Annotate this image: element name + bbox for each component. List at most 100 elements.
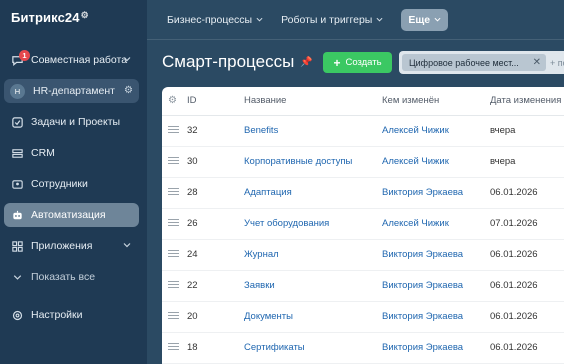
create-button[interactable]: + Создать <box>323 52 392 73</box>
row-name-link[interactable]: Сертификаты <box>244 332 382 363</box>
chevron-down-icon <box>10 270 24 284</box>
gear-icon[interactable]: ⚙ <box>124 85 133 96</box>
sidebar-item-label: CRM <box>31 147 55 159</box>
column-header-name[interactable]: Название <box>244 87 382 116</box>
table-row[interactable]: 30 Корпоративные доступы Алексей Чижик в… <box>162 146 564 177</box>
chevron-down-icon <box>434 16 441 23</box>
column-header-modified-by[interactable]: Кем изменён <box>382 87 490 116</box>
page-title-text: Смарт-процессы <box>162 52 295 71</box>
tab-label: Бизнес-процессы <box>167 13 253 26</box>
row-date: 06.01.2026 <box>490 342 538 353</box>
robot-icon <box>10 208 24 222</box>
table-row[interactable]: 26 Учет оборудования Алексей Чижик 07.01… <box>162 208 564 239</box>
sidebar-nav: 1 Совместная работа H HR-департамент ⚙ З… <box>0 48 147 334</box>
row-author-link[interactable]: Алексей Чижик <box>382 146 490 177</box>
logo[interactable]: Битрикс24⚙ <box>11 10 89 25</box>
drag-handle-icon[interactable] <box>168 219 179 227</box>
plus-icon: + <box>333 55 341 70</box>
sidebar-item-label: Совместная работа <box>31 54 128 66</box>
sidebar-item-employees[interactable]: Сотрудники <box>4 172 139 196</box>
close-icon[interactable]: ✕ <box>533 57 541 68</box>
sidebar-item-crm[interactable]: CRM <box>4 141 139 165</box>
filter-search-field[interactable]: Цифровое рабочее мест... ✕ + по <box>399 51 564 74</box>
sidebar-item-collaboration[interactable]: 1 Совместная работа <box>4 48 139 72</box>
logo-gear-icon: ⚙ <box>80 10 89 20</box>
row-name-link[interactable]: Журнал <box>244 239 382 270</box>
smart-processes-table: ⚙ ID Название Кем изменён Дата изменения… <box>162 87 564 364</box>
sidebar-item-label: Показать все <box>31 271 96 283</box>
row-id: 32 <box>187 125 198 136</box>
chevron-down-icon <box>376 16 383 23</box>
filter-chip-label: Цифровое рабочее мест... <box>409 57 519 68</box>
table-row[interactable]: 18 Сертификаты Виктория Эркаева 06.01.20… <box>162 332 564 363</box>
row-author-link[interactable]: Виктория Эркаева <box>382 239 490 270</box>
sidebar-item-label: Сотрудники <box>31 178 88 190</box>
drag-handle-icon[interactable] <box>168 250 179 258</box>
chevron-down-icon <box>256 16 263 23</box>
drag-handle-icon[interactable] <box>168 343 179 351</box>
drag-handle-icon[interactable] <box>168 281 179 289</box>
table-row[interactable]: 32 Benefits Алексей Чижик вчера <box>162 115 564 146</box>
drag-handle-icon[interactable] <box>168 188 179 196</box>
row-date: вчера <box>490 125 516 136</box>
tab-label: Роботы и триггеры <box>281 13 373 26</box>
row-date: 07.01.2026 <box>490 218 538 229</box>
sidebar-item-applications[interactable]: Приложения <box>4 234 139 258</box>
row-id: 20 <box>187 311 198 322</box>
sidebar: Битрикс24⚙ 1 Совместная работа H HR-депа… <box>0 0 147 364</box>
drag-handle-icon[interactable] <box>168 157 179 165</box>
row-name-link[interactable]: Benefits <box>244 115 382 146</box>
department-avatar: H <box>10 83 25 99</box>
column-header-modified-date[interactable]: Дата изменения <box>490 87 564 116</box>
table-row[interactable]: 24 Журнал Виктория Эркаева 06.01.2026 <box>162 239 564 270</box>
sidebar-item-settings[interactable]: Настройки <box>4 303 139 327</box>
sidebar-item-hr-department[interactable]: H HR-департамент ⚙ <box>4 79 139 103</box>
row-name-link[interactable]: Заявки <box>244 270 382 301</box>
row-author-link[interactable]: Виктория Эркаева <box>382 177 490 208</box>
tab-robots-triggers[interactable]: Роботы и триггеры <box>281 14 383 26</box>
filter-search-hint: + по <box>550 57 564 68</box>
chevron-down-icon <box>123 55 131 63</box>
table-row[interactable]: 20 Документы Виктория Эркаева 06.01.2026 <box>162 301 564 332</box>
column-header-id[interactable]: ID <box>187 87 244 116</box>
sidebar-item-automation[interactable]: Автоматизация <box>4 203 139 227</box>
row-date: вчера <box>490 156 516 167</box>
row-name-link[interactable]: Документы <box>244 301 382 332</box>
chevron-down-icon <box>123 241 131 249</box>
top-navigation: Бизнес-процессы Роботы и триггеры Еще <box>147 0 564 40</box>
drag-handle-icon[interactable] <box>168 126 179 134</box>
row-date: 06.01.2026 <box>490 249 538 260</box>
table-header-row: ⚙ ID Название Кем изменён Дата изменения <box>162 87 564 116</box>
row-author-link[interactable]: Виктория Эркаева <box>382 332 490 363</box>
row-name-link[interactable]: Адаптация <box>244 177 382 208</box>
sidebar-item-label: Настройки <box>31 309 83 321</box>
more-menu-button[interactable]: Еще <box>401 8 449 31</box>
sidebar-item-tasks[interactable]: Задачи и Проекты <box>4 110 139 134</box>
filter-chip[interactable]: Цифровое рабочее мест... ✕ <box>402 54 546 71</box>
pin-icon[interactable]: 📌 <box>300 57 312 68</box>
row-name-link[interactable]: Учет оборудования <box>244 208 382 239</box>
row-id: 24 <box>187 249 198 260</box>
row-id: 18 <box>187 342 198 353</box>
drag-handle-icon[interactable] <box>168 312 179 320</box>
tab-business-processes[interactable]: Бизнес-процессы <box>167 14 263 26</box>
table-settings-gear-icon[interactable]: ⚙ <box>168 95 177 106</box>
crm-icon <box>10 146 24 160</box>
row-id: 28 <box>187 187 198 198</box>
row-id: 30 <box>187 156 198 167</box>
row-author-link[interactable]: Виктория Эркаева <box>382 301 490 332</box>
tab-label: Еще <box>408 13 431 26</box>
table-row[interactable]: 22 Заявки Виктория Эркаева 06.01.2026 <box>162 270 564 301</box>
checkbox-icon <box>10 115 24 129</box>
row-name-link[interactable]: Корпоративные доступы <box>244 146 382 177</box>
employees-icon <box>10 177 24 191</box>
row-date: 06.01.2026 <box>490 311 538 322</box>
row-author-link[interactable]: Алексей Чижик <box>382 115 490 146</box>
settings-icon <box>10 308 24 322</box>
row-author-link[interactable]: Виктория Эркаева <box>382 270 490 301</box>
table-row[interactable]: 28 Адаптация Виктория Эркаева 06.01.2026 <box>162 177 564 208</box>
show-all-button[interactable]: Показать все <box>4 265 139 289</box>
notification-badge: 1 <box>19 50 30 61</box>
sidebar-item-label: Задачи и Проекты <box>31 116 121 128</box>
row-author-link[interactable]: Алексей Чижик <box>382 208 490 239</box>
